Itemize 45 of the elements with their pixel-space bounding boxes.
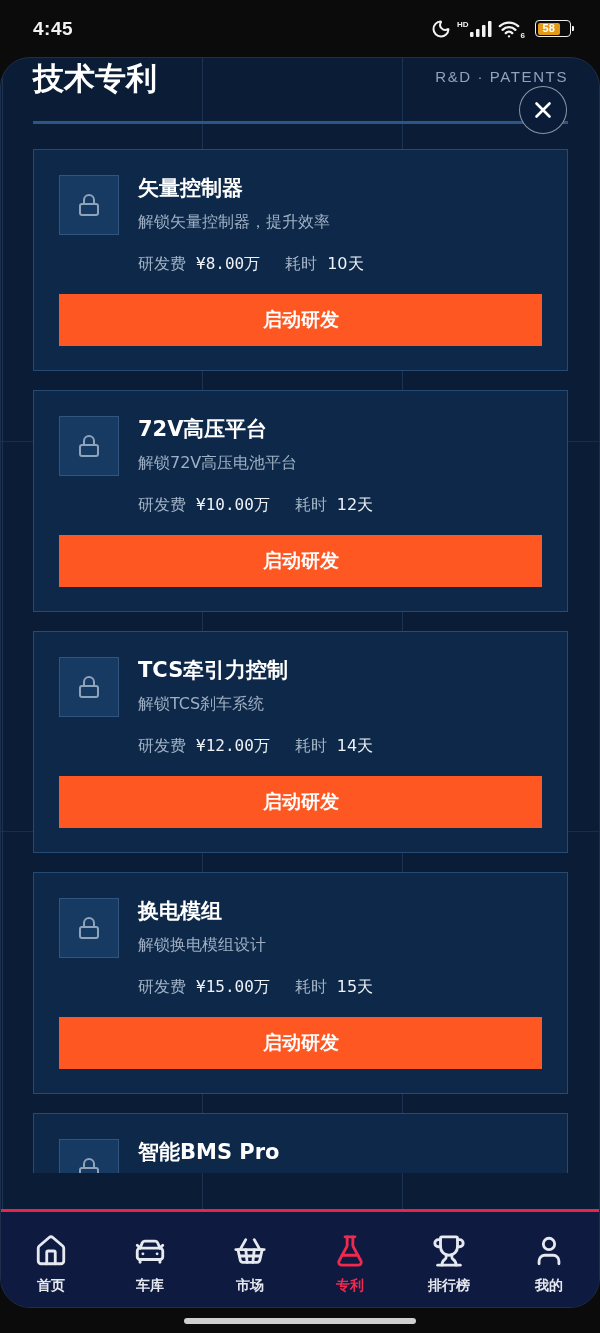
cost-value: ¥15.00万 bbox=[196, 976, 270, 998]
nav-tab[interactable]: 市场 bbox=[233, 1234, 268, 1294]
nav-tab[interactable]: 首页 bbox=[33, 1234, 68, 1294]
cost-value: ¥12.00万 bbox=[196, 735, 270, 757]
patent-title: 72V高压平台 bbox=[138, 416, 269, 442]
time-value: 12天 bbox=[336, 494, 374, 516]
patent-title: TCS牵引力控制 bbox=[138, 657, 290, 683]
wifi-label: 6 bbox=[520, 31, 525, 40]
patent-title: 换电模组 bbox=[138, 898, 223, 924]
cost-label: 研发费 bbox=[138, 494, 186, 516]
nav-tab[interactable]: 排行榜 bbox=[428, 1234, 471, 1294]
status-time: 4:45 bbox=[33, 17, 74, 40]
section-subtitle: R&D · PATENTS bbox=[435, 68, 568, 86]
patent-title: 矢量控制器 bbox=[138, 175, 244, 201]
patent-description: 解锁72V高压电池平台 bbox=[138, 452, 299, 474]
network-label: HD bbox=[457, 20, 469, 29]
cost-value: ¥8.00万 bbox=[196, 253, 261, 275]
time-value: 15天 bbox=[336, 976, 374, 998]
lock-icon bbox=[59, 175, 119, 235]
cost-label: 研发费 bbox=[138, 253, 186, 275]
moon-icon bbox=[431, 18, 451, 39]
patent-description: 解锁换电模组设计 bbox=[138, 934, 267, 956]
nav-tab[interactable]: 车库 bbox=[133, 1234, 168, 1294]
time-label: 耗时 bbox=[285, 253, 318, 275]
lock-icon bbox=[59, 657, 119, 717]
patent-description: 解锁TCS刹车系统 bbox=[138, 693, 266, 715]
lock-icon bbox=[59, 898, 119, 958]
patent-title: 智能BMS Pro bbox=[138, 1139, 280, 1165]
battery-text: 58 bbox=[542, 23, 555, 34]
time-value: 10天 bbox=[327, 253, 364, 275]
nav-tab[interactable]: 我的 bbox=[532, 1234, 567, 1294]
cost-label: 研发费 bbox=[138, 976, 186, 998]
cost-value: ¥10.00万 bbox=[196, 494, 270, 516]
time-label: 耗时 bbox=[294, 494, 327, 516]
page-title: 技术专利 bbox=[33, 60, 157, 96]
lock-icon bbox=[59, 416, 119, 476]
patent-description: 解锁矢量控制器，提升效率 bbox=[138, 211, 331, 233]
time-label: 耗时 bbox=[294, 735, 327, 757]
cost-label: 研发费 bbox=[138, 735, 186, 757]
time-label: 耗时 bbox=[294, 976, 327, 998]
nav-tab[interactable]: 专利 bbox=[332, 1234, 367, 1294]
close-button[interactable] bbox=[519, 86, 567, 134]
time-value: 14天 bbox=[336, 735, 374, 757]
trophy-icon bbox=[432, 1234, 467, 1268]
signal-icon bbox=[469, 20, 492, 37]
